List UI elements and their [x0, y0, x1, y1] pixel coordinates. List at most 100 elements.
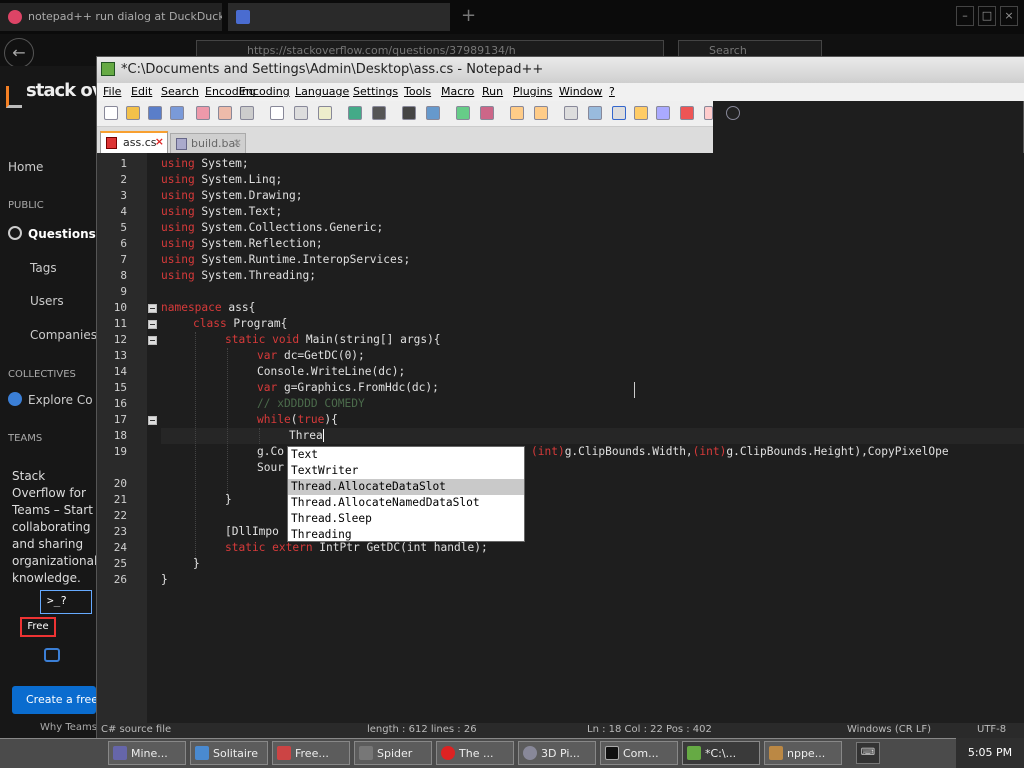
fold-toggle-icon[interactable] [148, 304, 157, 313]
cut-icon[interactable] [270, 106, 284, 120]
code-line: } [225, 493, 232, 506]
show-all-chars-icon[interactable] [588, 106, 602, 120]
system-clock[interactable]: 5:05 PM [956, 738, 1024, 768]
status-eol: Windows (CR LF) [847, 724, 932, 735]
status-file-type: C# source file [101, 724, 172, 735]
tab-ass-cs[interactable]: ass.cs × [100, 131, 168, 153]
menu-macro[interactable]: Macro [441, 85, 474, 98]
code-line: Console.WriteLine(dc); [257, 364, 405, 380]
copy-icon[interactable] [294, 106, 308, 120]
stackoverflow-tab-icon [236, 10, 250, 24]
menu-plugins[interactable]: Plugins [513, 85, 552, 98]
fold-toggle-icon[interactable] [148, 336, 157, 345]
close-tab-icon[interactable]: × [155, 135, 164, 148]
sidebar-item-questions[interactable]: Questions [8, 226, 96, 241]
menu-edit[interactable]: Edit [131, 85, 152, 98]
taskbar-item-solitaire[interactable]: Solitaire [190, 741, 268, 765]
code-keyword: using [161, 269, 195, 282]
new-tab-button[interactable]: + [456, 3, 480, 31]
sidebar-item-companies[interactable]: Companies [30, 328, 97, 342]
sidebar-item-users[interactable]: Users [30, 294, 64, 308]
code-line: var g=Graphics.FromHdc(dc); [257, 380, 439, 396]
print-icon[interactable] [240, 106, 254, 120]
sidebar-item-home[interactable]: Home [8, 160, 43, 174]
taskbar-item-freecell[interactable]: Free... [272, 741, 350, 765]
menu-file[interactable]: File [103, 85, 121, 98]
stop-macro-icon[interactable] [704, 106, 713, 120]
autocomplete-item[interactable]: Thread.AllocateNamedDataSlot [288, 495, 524, 511]
line-number: 24 [113, 541, 127, 554]
taskbar-item-nppexec[interactable]: nppe... [764, 741, 842, 765]
record-macro-icon[interactable] [680, 106, 694, 120]
back-arrow-icon[interactable]: ← [4, 38, 34, 68]
zoom-out-icon[interactable] [480, 106, 494, 120]
close-all-icon[interactable] [218, 106, 232, 120]
menu-search[interactable]: Search [161, 85, 199, 98]
find-icon[interactable] [402, 106, 416, 120]
close-icon[interactable]: × [1000, 6, 1018, 26]
line-number: 18 [113, 429, 127, 442]
minimize-icon[interactable]: – [956, 6, 974, 26]
menu-tools[interactable]: Tools [404, 85, 431, 98]
indent-guide-icon[interactable] [612, 106, 626, 120]
taskbar-item-command-prompt[interactable]: Com... [600, 741, 678, 765]
save-icon[interactable] [148, 106, 162, 120]
code-line: static void Main(string[] args){ [225, 332, 441, 348]
autocomplete-item-selected[interactable]: Thread.AllocateDataSlot [288, 479, 524, 495]
browser-tab-stackoverflow[interactable] [228, 3, 450, 31]
menu-window[interactable]: Window [559, 85, 602, 98]
word-wrap-icon[interactable] [564, 106, 578, 120]
browser-tab-duckduckgo[interactable]: notepad++ run dialog at DuckDuckGo [0, 3, 222, 31]
new-file-icon[interactable] [104, 106, 118, 120]
status-position: Ln : 18 Col : 22 Pos : 402 [587, 724, 712, 735]
taskbar-item-hearts[interactable]: The ... [436, 741, 514, 765]
taskbar-item-spider[interactable]: Spider [354, 741, 432, 765]
menu-run[interactable]: Run [482, 85, 503, 98]
autocomplete-item[interactable]: Threading [288, 527, 524, 543]
sidebar-item-explore-collectives[interactable]: Explore Co [8, 392, 93, 407]
maximize-icon[interactable]: □ [978, 6, 996, 26]
taskbar-item-notepadpp[interactable]: *C:\... [682, 741, 760, 765]
doc-map-icon[interactable] [656, 106, 670, 120]
code-text: System; [194, 157, 249, 170]
menu-help[interactable]: ? [609, 85, 615, 98]
close-file-icon[interactable] [196, 106, 210, 120]
code-keyword: using [161, 237, 195, 250]
autocomplete-item[interactable]: Thread.Sleep [288, 511, 524, 527]
taskbar-item-3d-pinball[interactable]: 3D Pi... [518, 741, 596, 765]
sync-horizontal-icon[interactable] [534, 106, 548, 120]
create-team-button[interactable]: Create a free Team [12, 686, 96, 714]
autocomplete-item[interactable]: TextWriter [288, 463, 524, 479]
open-file-icon[interactable] [126, 106, 140, 120]
sync-scroll-icon[interactable] [510, 106, 524, 120]
paste-icon[interactable] [318, 106, 332, 120]
window-title: *C:\Documents and Settings\Admin\Desktop… [97, 57, 1024, 83]
redo-icon[interactable] [372, 106, 386, 120]
code-text: System.Text; [194, 205, 283, 218]
why-teams-link[interactable]: Why Teams? [40, 722, 102, 733]
code-keyword: (int) [531, 445, 565, 458]
code-line-tail: (int)g.ClipBounds.Width,(int)g.ClipBound… [531, 444, 949, 460]
fold-toggle-icon[interactable] [148, 320, 157, 329]
plugin-icon[interactable] [726, 106, 740, 120]
close-tab-icon[interactable]: × [233, 136, 242, 149]
fold-toggle-icon[interactable] [148, 416, 157, 425]
code-text: System.Drawing; [194, 189, 303, 202]
menu-encoding[interactable]: Encoding [239, 85, 290, 98]
replace-icon[interactable] [426, 106, 440, 120]
save-all-icon[interactable] [170, 106, 184, 120]
menu-language[interactable]: Language [295, 85, 349, 98]
lang-define-icon[interactable] [634, 106, 648, 120]
keyboard-icon[interactable]: ⌨ [856, 742, 880, 764]
text-caret [322, 429, 324, 442]
undo-icon[interactable] [348, 106, 362, 120]
tab-build-bat[interactable]: build.bat × [170, 133, 246, 153]
taskbar-item-minesweeper[interactable]: Mine... [108, 741, 186, 765]
sidebar-item-tags[interactable]: Tags [30, 261, 57, 275]
autocomplete-item[interactable]: Text [288, 447, 524, 463]
code-line: using System.Runtime.InteropServices; [161, 252, 410, 268]
stackoverflow-logo[interactable]: stack ov [26, 80, 103, 101]
code-line: using System.Reflection; [161, 236, 323, 252]
menu-settings[interactable]: Settings [353, 85, 398, 98]
zoom-in-icon[interactable] [456, 106, 470, 120]
